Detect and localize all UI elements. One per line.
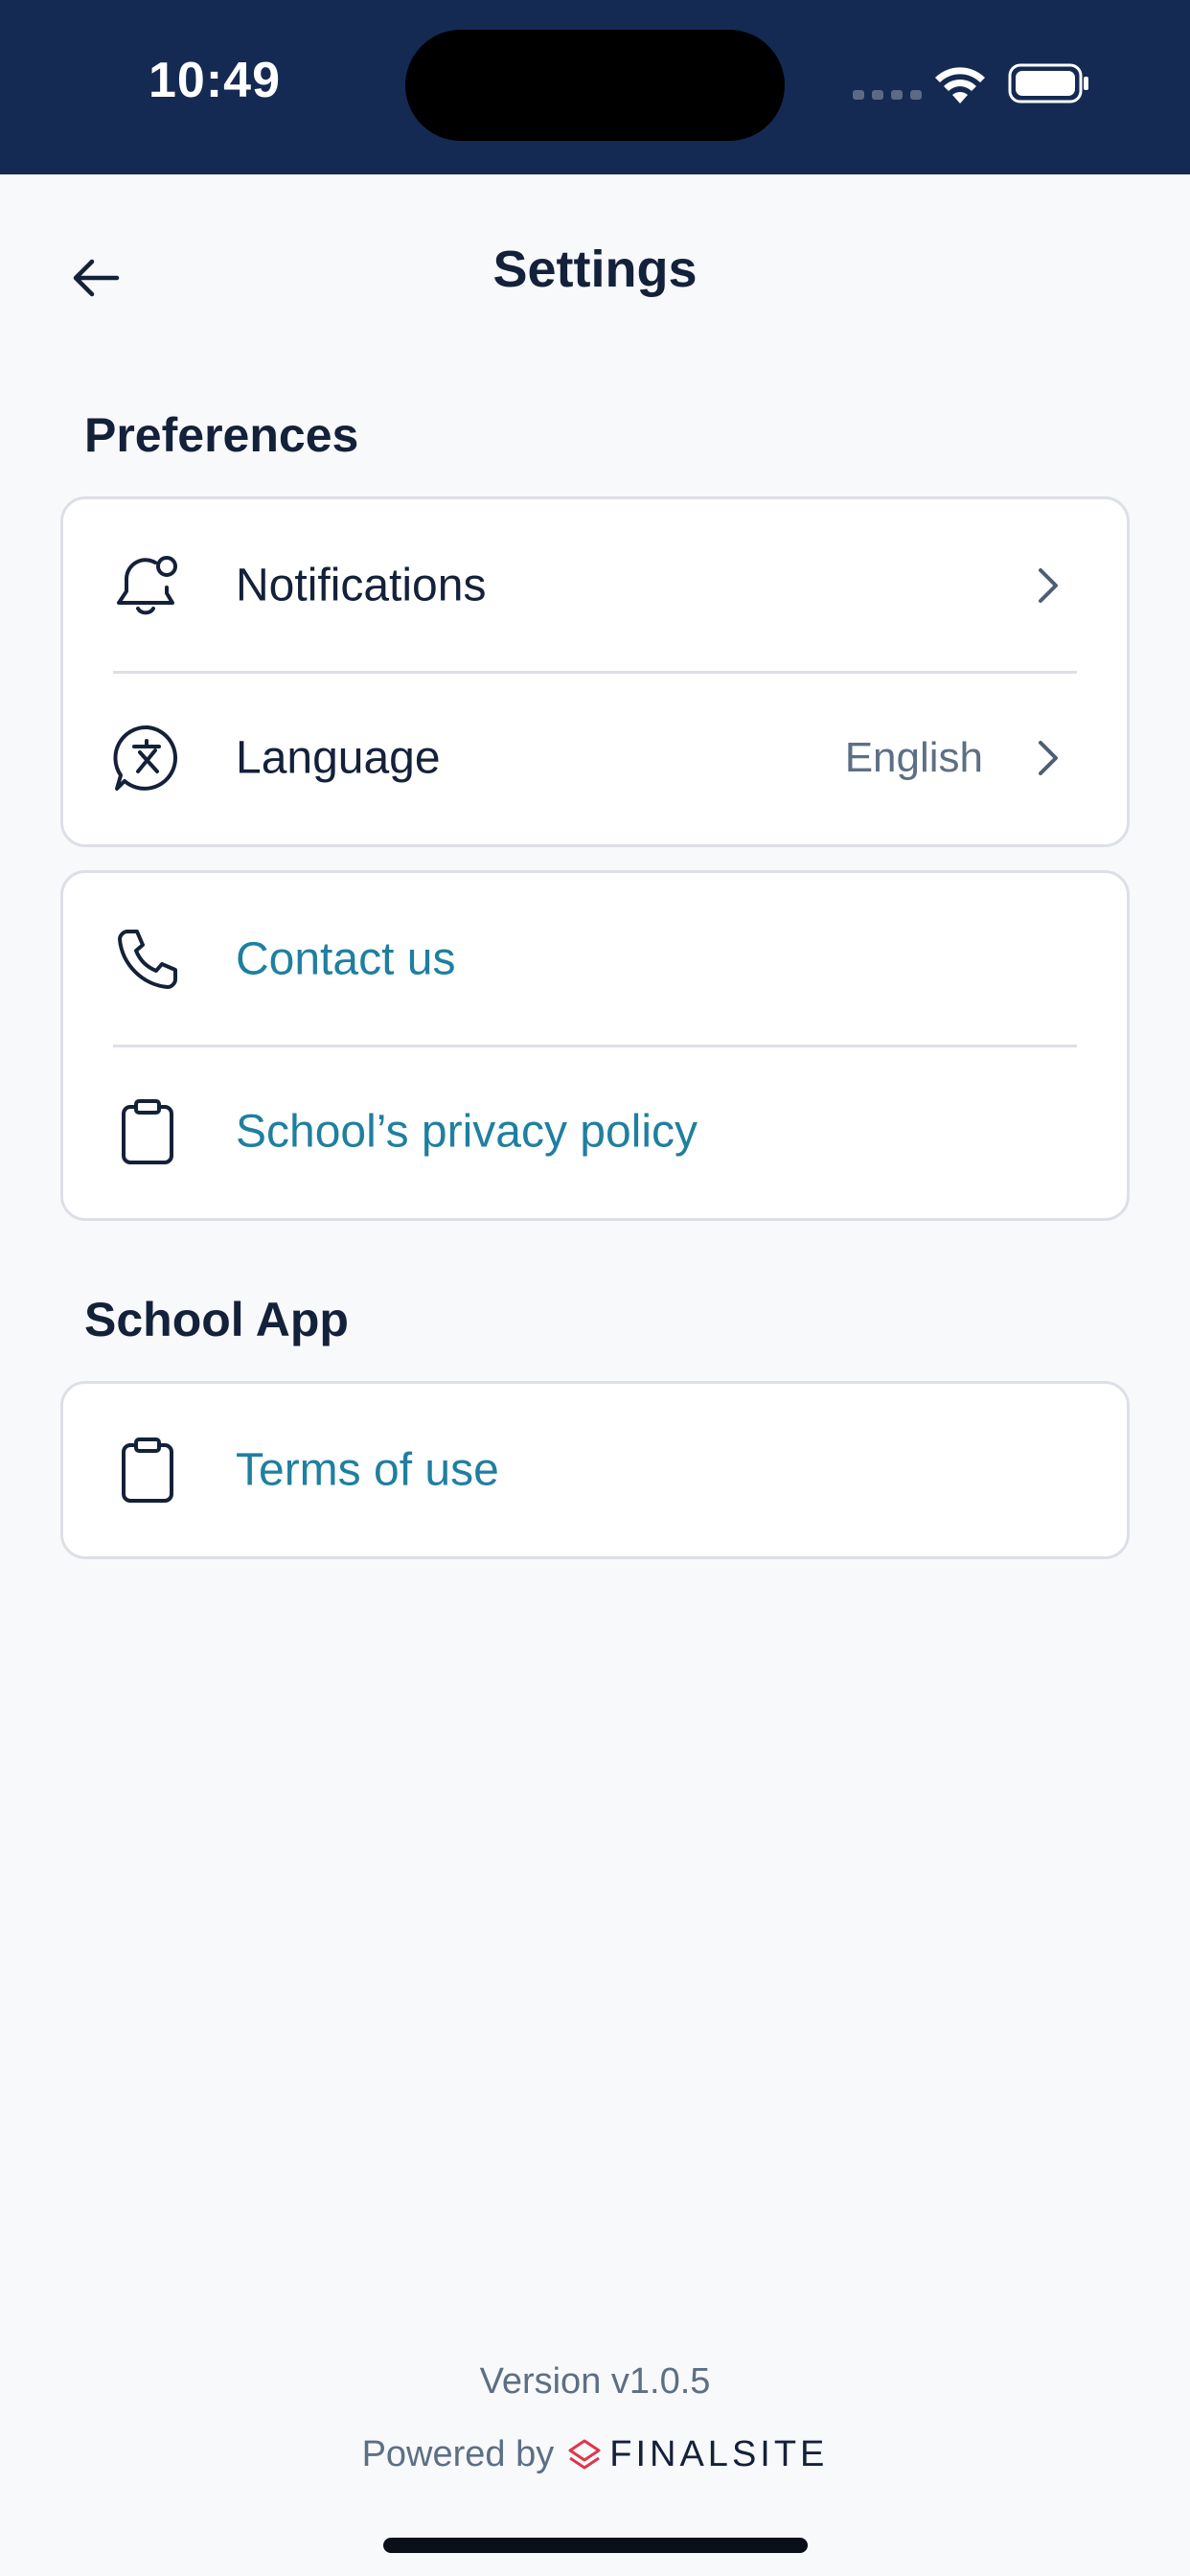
finalsite-logo-icon: [568, 2439, 601, 2469]
section-title-preferences: Preferences: [84, 408, 359, 462]
clipboard-icon: [111, 1095, 184, 1168]
finalsite-brand-text: FINALSITE: [609, 2434, 829, 2474]
privacy-policy-row[interactable]: School’s privacy policy: [63, 1045, 1127, 1218]
terms-of-use-link: Terms of use: [236, 1444, 499, 1496]
battery-icon: [1008, 63, 1088, 104]
page-title: Settings: [492, 241, 698, 298]
app-version: Version v1.0.5: [479, 2361, 711, 2402]
chevron-right-icon: [1029, 566, 1067, 605]
preferences-card: Notifications Language English: [60, 496, 1130, 847]
school-app-card: Terms of use: [60, 1381, 1130, 1559]
chevron-right-icon: [1029, 739, 1067, 777]
powered-by: Powered by FINALSITE: [0, 2434, 1190, 2475]
contact-us-row[interactable]: Contact us: [63, 873, 1127, 1046]
home-indicator[interactable]: [383, 2538, 808, 2553]
contact-us-link: Contact us: [236, 933, 456, 985]
wifi-icon: [935, 67, 985, 104]
links-card: Contact us School’s privacy policy: [60, 870, 1130, 1221]
powered-by-label: Powered by: [361, 2434, 555, 2474]
terms-of-use-row[interactable]: Terms of use: [63, 1384, 1127, 1556]
navigation-header: Settings: [0, 174, 1190, 366]
language-row[interactable]: Language English: [63, 671, 1127, 844]
section-title-school-app: School App: [84, 1293, 349, 1346]
phone-icon: [111, 923, 184, 996]
status-bar: 10:49: [0, 0, 1190, 174]
notifications-row[interactable]: Notifications: [63, 499, 1127, 672]
finalsite-logo: FINALSITE: [567, 2434, 828, 2475]
clipboard-icon: [111, 1434, 184, 1506]
bell-icon: [111, 549, 184, 622]
status-time: 10:49: [149, 53, 281, 108]
cellular-signal-icon: [853, 90, 922, 100]
dynamic-island: [405, 30, 785, 141]
language-value: English: [844, 734, 983, 781]
notifications-label: Notifications: [236, 560, 487, 611]
translate-icon: [111, 722, 184, 794]
privacy-policy-link: School’s privacy policy: [236, 1106, 698, 1158]
language-label: Language: [236, 732, 441, 784]
